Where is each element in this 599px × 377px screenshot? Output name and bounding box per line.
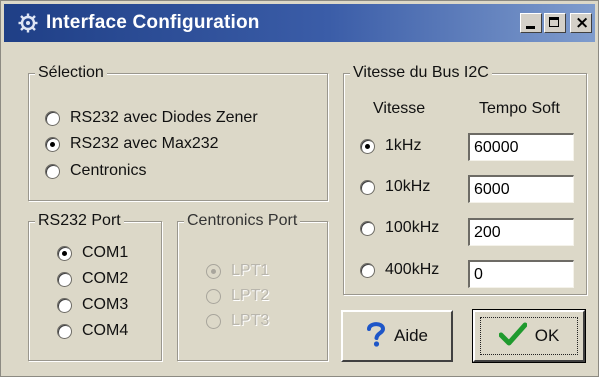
speed-option-100khz[interactable]: 100kHz	[360, 217, 439, 239]
centronics-port-legend: Centronics Port	[184, 212, 301, 230]
selection-option-label: RS232 avec Diodes Zener	[70, 109, 258, 126]
bus-speed-group: Vitesse du Bus I2C Vitesse Tempo Soft 1k…	[343, 64, 587, 295]
centronics-port-label: LPT3	[231, 312, 270, 329]
speed-option-1khz[interactable]: 1kHz	[360, 135, 421, 157]
speed-option-label: 100kHz	[385, 219, 440, 236]
radio-com1[interactable]	[57, 245, 72, 261]
rs232-port-label: COM3	[82, 296, 129, 313]
tempo-field-400khz[interactable]	[468, 260, 574, 288]
speed-option-label: 1kHz	[385, 137, 422, 154]
tempo-column-header: Tempo Soft	[479, 100, 560, 117]
bus-speed-legend: Vitesse du Bus I2C	[350, 64, 492, 82]
gear-icon	[18, 13, 38, 33]
rs232-port-label: COM4	[82, 322, 129, 339]
radio-lpt2	[206, 288, 221, 304]
selection-option-label: RS232 avec Max232	[70, 135, 219, 152]
rs232-port-legend: RS232 Port	[35, 212, 124, 230]
close-icon[interactable]: ×	[570, 13, 592, 33]
radio-com3[interactable]	[57, 297, 72, 313]
tempo-field-100khz[interactable]	[468, 218, 574, 246]
centronics-port-option-lpt2: LPT2	[206, 285, 269, 307]
radio-com4[interactable]	[57, 323, 72, 339]
selection-option-diodes-zener[interactable]: RS232 avec Diodes Zener	[45, 107, 258, 129]
radio-lpt3	[206, 313, 221, 329]
window-title: Interface Configuration	[46, 12, 260, 33]
rs232-port-option-com4[interactable]: COM4	[57, 320, 128, 342]
radio-10khz[interactable]	[360, 179, 375, 195]
centronics-port-option-lpt3: LPT3	[206, 310, 269, 332]
title-bar[interactable]: Interface Configuration ×	[4, 4, 595, 42]
radio-max232[interactable]	[45, 136, 60, 152]
radio-lpt1	[206, 263, 221, 279]
radio-400khz[interactable]	[360, 262, 375, 278]
radio-1khz[interactable]	[360, 138, 375, 154]
speed-column-header: Vitesse	[373, 100, 426, 117]
speed-option-10khz[interactable]: 10kHz	[360, 176, 430, 198]
close-glyph: ×	[575, 13, 590, 33]
radio-diodes-zener[interactable]	[45, 110, 60, 126]
question-mark-icon	[366, 321, 386, 352]
rs232-port-label: COM1	[82, 244, 129, 261]
speed-option-label: 400kHz	[385, 261, 440, 278]
minimize-icon[interactable]	[520, 13, 542, 33]
radio-centronics[interactable]	[45, 163, 60, 179]
rs232-port-option-com1[interactable]: COM1	[57, 242, 128, 264]
maximize-icon[interactable]	[544, 13, 566, 33]
interface-configuration-window: Interface Configuration × Sélection RS23…	[0, 0, 599, 377]
selection-option-label: Centronics	[70, 162, 147, 179]
rs232-port-group: RS232 Port COM1 COM2 COM3 COM4	[28, 212, 162, 361]
radio-com2[interactable]	[57, 271, 72, 287]
speed-option-400khz[interactable]: 400kHz	[360, 259, 439, 281]
selection-option-max232[interactable]: RS232 avec Max232	[45, 133, 219, 155]
centronics-port-option-lpt1: LPT1	[206, 260, 269, 282]
help-button[interactable]: Aide	[341, 310, 453, 362]
centronics-port-label: LPT1	[231, 262, 270, 279]
radio-100khz[interactable]	[360, 220, 375, 236]
focus-ring	[480, 317, 578, 355]
centronics-port-group: Centronics Port LPT1 LPT2 LPT3	[177, 212, 328, 361]
rs232-port-option-com2[interactable]: COM2	[57, 268, 128, 290]
help-button-label: Aide	[393, 326, 429, 345]
selection-option-centronics[interactable]: Centronics	[45, 160, 146, 182]
selection-legend: Sélection	[35, 64, 107, 82]
speed-option-label: 10kHz	[385, 178, 431, 195]
centronics-port-label: LPT2	[231, 287, 270, 304]
rs232-port-label: COM2	[82, 270, 129, 287]
tempo-field-1khz[interactable]	[468, 133, 574, 161]
ok-button[interactable]: OK	[472, 309, 586, 363]
rs232-port-option-com3[interactable]: COM3	[57, 294, 128, 316]
tempo-field-10khz[interactable]	[468, 175, 574, 203]
selection-group: Sélection RS232 avec Diodes Zener RS232 …	[28, 64, 328, 201]
